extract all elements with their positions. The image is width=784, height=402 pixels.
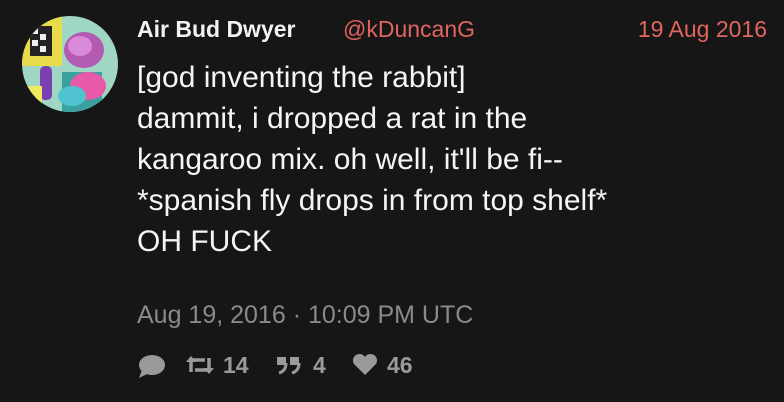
tweet-timestamp: Aug 19, 2016 · 10:09 PM UTC <box>137 301 474 329</box>
retweet-icon <box>186 356 214 374</box>
quote-count: 4 <box>313 352 326 378</box>
retweet-button[interactable]: 14 <box>185 350 257 380</box>
tweet-text-line: [god inventing the rabbit] <box>137 61 466 94</box>
tweet-text-line: *spanish fly drops in from top shelf* <box>137 184 608 217</box>
quote-icon <box>277 357 301 375</box>
display-name[interactable]: Air Bud Dwyer <box>137 16 295 43</box>
retweet-count: 14 <box>223 352 249 378</box>
username-handle[interactable]: @kDuncanG <box>343 16 475 43</box>
tweet-header: Air Bud Dwyer @kDuncanG 19 Aug 2016 <box>137 14 767 48</box>
comment-icon <box>139 355 165 378</box>
tweet-text-line: dammit, i dropped a rat in the <box>137 102 528 135</box>
tweet-text-line: OH FUCK <box>137 225 272 258</box>
reply-button[interactable] <box>137 350 169 380</box>
tweet-date-link[interactable]: 19 Aug 2016 <box>638 16 767 43</box>
quote-button[interactable]: 4 <box>275 350 333 380</box>
like-button[interactable]: 46 <box>351 350 421 380</box>
avatar-image <box>22 16 118 112</box>
tweet-text-line: kangaroo mix. oh well, it'll be fi-- <box>137 143 563 176</box>
like-count: 46 <box>387 352 413 378</box>
tweet-card: Air Bud Dwyer @kDuncanG 19 Aug 2016 [god… <box>0 0 784 402</box>
heart-icon <box>352 353 378 375</box>
avatar[interactable] <box>22 16 118 112</box>
tweet-body: [god inventing the rabbit] dammit, i dro… <box>137 57 767 262</box>
